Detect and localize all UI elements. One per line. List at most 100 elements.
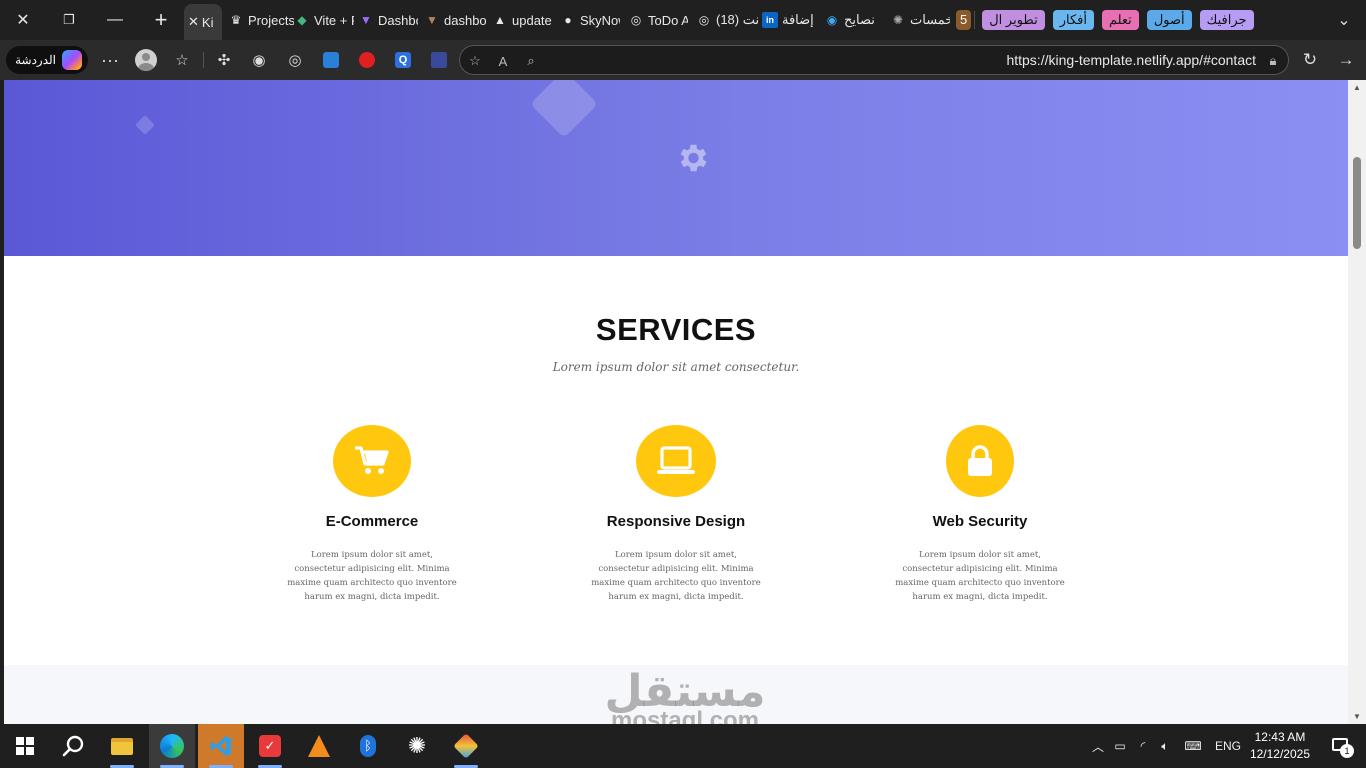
tab-vite-react[interactable]: ◆ Vite + React bbox=[294, 0, 358, 40]
adblock-extension-icon[interactable] bbox=[356, 49, 378, 71]
tab-title: update bbox=[512, 12, 552, 28]
favorite-5[interactable]: 5 bbox=[956, 10, 972, 30]
close-window-button[interactable]: ✕ bbox=[0, 0, 46, 40]
tab-title: Dashboard bbox=[378, 12, 418, 28]
favorite-afkar[interactable]: أفكار bbox=[1052, 10, 1094, 30]
decorative-diamond bbox=[530, 80, 598, 138]
new-tab-button[interactable]: + bbox=[138, 0, 184, 40]
service-icon-circle bbox=[636, 425, 716, 497]
favorite-star-icon[interactable]: ☆ bbox=[466, 52, 484, 70]
portrait-extension-icon[interactable] bbox=[428, 49, 450, 71]
calendar-app-button[interactable]: ✓ bbox=[247, 724, 293, 768]
chat-label: الدردشة bbox=[15, 53, 56, 67]
tab-nasayeh[interactable]: ◉ نصايح bbox=[824, 0, 890, 40]
lock-icon bbox=[968, 445, 992, 476]
target-extension-icon[interactable]: ◎ bbox=[284, 49, 306, 71]
service-card-security: Web Security Lorem ipsum dolor sit amet,… bbox=[870, 425, 1090, 604]
file-explorer-button[interactable] bbox=[99, 724, 145, 768]
profile-avatar-icon[interactable] bbox=[135, 49, 157, 71]
clock[interactable]: 12:43 AM 12/12/2025 bbox=[1250, 729, 1310, 763]
tab-skynow[interactable]: ● SkyNow bbox=[560, 0, 628, 40]
search-icon bbox=[62, 735, 84, 757]
battery-icon[interactable]: ▭ bbox=[1108, 739, 1132, 753]
vite-icon: ▼ bbox=[360, 13, 372, 27]
read-aloud-icon[interactable]: A bbox=[494, 52, 512, 70]
search-button[interactable] bbox=[50, 724, 96, 768]
clock-date: 12/12/2025 bbox=[1249, 747, 1310, 761]
calendar-icon: ✓ bbox=[259, 735, 281, 757]
divider bbox=[974, 11, 976, 29]
system-tray: ︿ ▭ ◜ 🔈︎ ⌨ ENG bbox=[1088, 724, 1246, 768]
triangle-icon: ▲ bbox=[494, 13, 506, 27]
favorites-icon[interactable]: ☆ bbox=[171, 49, 193, 71]
tab-todo[interactable]: ◎ ToDo App bbox=[628, 0, 696, 40]
minimize-window-button[interactable]: — bbox=[92, 0, 138, 40]
wifi-icon[interactable]: ◜ bbox=[1132, 739, 1154, 753]
page-viewport: SERVICES Lorem ipsum dolor sit amet cons… bbox=[4, 80, 1348, 724]
tab-dashboard-2[interactable]: ▼ dashboard bbox=[424, 0, 492, 40]
extensions-icon[interactable]: ✣ bbox=[213, 49, 235, 71]
git-button[interactable] bbox=[443, 724, 489, 768]
close-tab-icon[interactable]: ✕ bbox=[188, 14, 199, 30]
vue-icon: ◆ bbox=[297, 13, 307, 27]
tab-title: إضافة bbox=[782, 12, 814, 27]
tab-title: Vite + React bbox=[314, 12, 354, 28]
refresh-icon[interactable]: ↻ bbox=[1299, 49, 1321, 71]
notification-center-button[interactable]: 1 bbox=[1332, 736, 1354, 758]
restore-window-button[interactable]: ❐ bbox=[46, 0, 92, 40]
favorite-graphic[interactable]: جرافيك bbox=[1199, 10, 1254, 30]
volume-icon[interactable]: 🔈︎ bbox=[1154, 739, 1176, 754]
more-options-icon[interactable]: ··· bbox=[99, 49, 121, 71]
tab-title: dashboard bbox=[444, 12, 486, 28]
favorite-taallam[interactable]: تعلم bbox=[1101, 10, 1139, 30]
edge-button[interactable] bbox=[149, 724, 195, 768]
service-description: Lorem ipsum dolor sit amet, consectetur … bbox=[591, 550, 761, 602]
start-button[interactable] bbox=[2, 724, 48, 768]
circle-icon: ◉ bbox=[826, 13, 838, 27]
tab-update[interactable]: ▲ update bbox=[492, 0, 560, 40]
scroll-up-icon[interactable]: ▲ bbox=[1352, 83, 1362, 92]
tab-list-chevron-icon[interactable]: ⌄ bbox=[1322, 0, 1366, 40]
page-scrollbar[interactable]: ▲ ▼ bbox=[1348, 80, 1366, 724]
blue-extension-icon[interactable] bbox=[320, 49, 342, 71]
tab-title: King bbox=[201, 14, 214, 30]
tab-title: SkyNow bbox=[580, 12, 620, 28]
tab-dashboard[interactable]: ▼ Dashboard bbox=[358, 0, 424, 40]
copilot-chat-button[interactable]: الدردشة bbox=[6, 46, 88, 74]
eyes-extension-icon[interactable]: ◉ bbox=[248, 49, 270, 71]
forward-icon[interactable]: → bbox=[1335, 49, 1357, 71]
scroll-thumb[interactable] bbox=[1353, 157, 1361, 249]
crown-icon: ♛ bbox=[230, 13, 242, 27]
lock-icon[interactable]: 🔒︎ bbox=[1264, 52, 1282, 70]
show-hidden-icons-icon[interactable]: ︿ bbox=[1088, 738, 1108, 755]
q-extension-icon[interactable]: Q bbox=[392, 49, 414, 71]
bluetooth-button[interactable]: ᛒ bbox=[345, 724, 391, 768]
favorite-tatweer[interactable]: تطوير ال bbox=[982, 10, 1045, 30]
address-bar[interactable]: ☆ A ⌕ https://king-template.netlify.app/… bbox=[459, 45, 1289, 75]
service-title: Responsive Design bbox=[606, 513, 746, 530]
git-icon bbox=[453, 733, 479, 759]
keyboard-icon[interactable]: ⌨ bbox=[1176, 739, 1210, 753]
linkedin-icon: in bbox=[762, 12, 778, 28]
scroll-down-icon[interactable]: ▼ bbox=[1352, 712, 1362, 721]
services-title: SERVICES bbox=[595, 312, 757, 347]
tab-18[interactable]: ◎ (18) نت bbox=[696, 0, 762, 40]
search-icon[interactable]: ⌕ bbox=[522, 52, 540, 70]
service-icon-circle bbox=[333, 425, 411, 497]
url-text[interactable]: https://king-template.netlify.app/#conta… bbox=[1006, 52, 1256, 68]
tab-title: خمسات bbox=[910, 12, 950, 27]
hero-banner bbox=[4, 80, 1348, 256]
tab-khamsat[interactable]: ✺ خمسات bbox=[890, 0, 954, 40]
vlc-button[interactable] bbox=[296, 724, 342, 768]
service-title: Web Security bbox=[932, 513, 1028, 530]
chatgpt-button[interactable]: ✺ bbox=[394, 724, 440, 768]
tab-king[interactable]: ✕ King bbox=[184, 4, 222, 40]
service-card-ecommerce: E-Commerce Lorem ipsum dolor sit amet, c… bbox=[262, 425, 482, 604]
tab-idafa[interactable]: in إضافة bbox=[762, 0, 824, 40]
input-language[interactable]: ENG bbox=[1210, 739, 1246, 753]
vercel-icon: ▼ bbox=[426, 13, 438, 27]
shopping-cart-icon bbox=[355, 446, 389, 474]
tab-projects[interactable]: ♛ Projects bbox=[228, 0, 294, 40]
favorite-osool[interactable]: أصول bbox=[1146, 10, 1192, 30]
vscode-button[interactable] bbox=[198, 724, 244, 768]
